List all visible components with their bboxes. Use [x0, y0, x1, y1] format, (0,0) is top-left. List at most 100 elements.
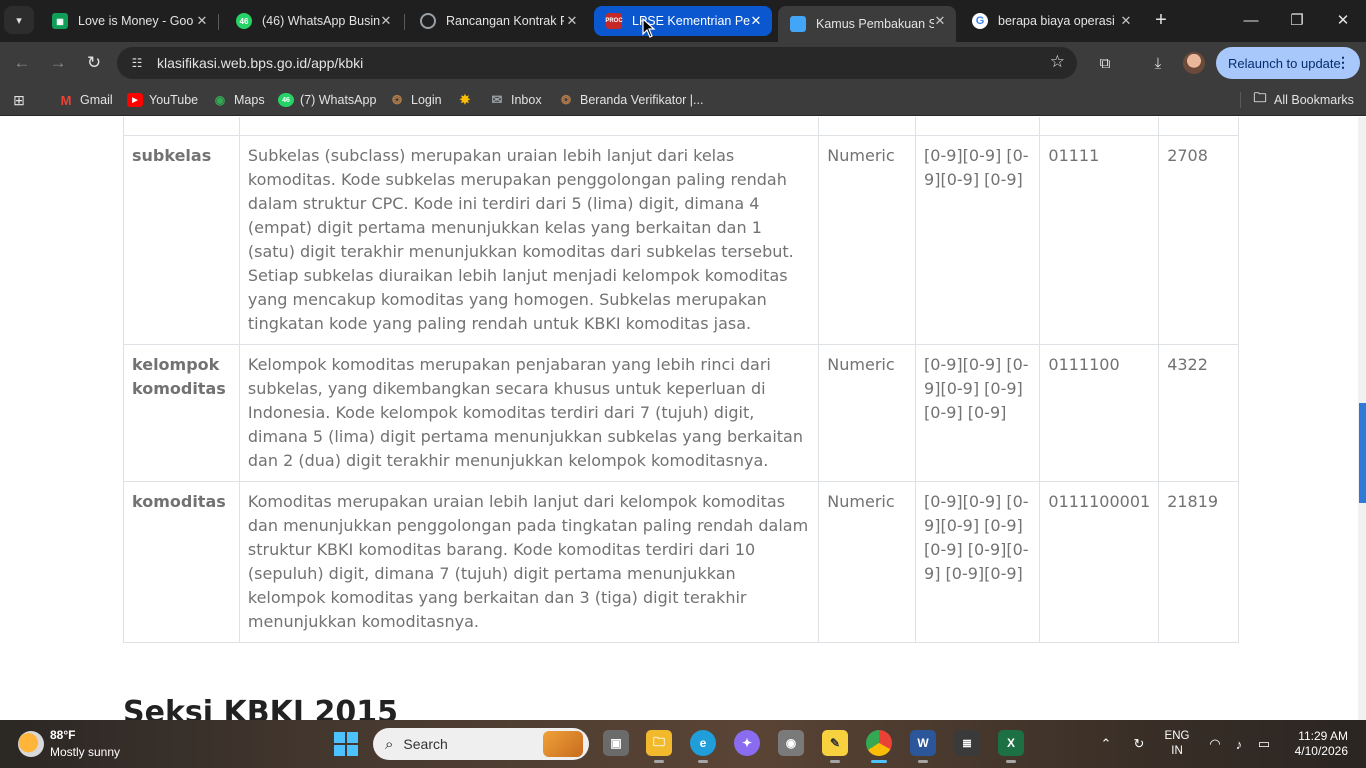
weather-description[interactable]: Mostly sunny	[50, 745, 120, 759]
restore-button[interactable]: ❐	[1282, 6, 1312, 34]
cell-level: kelompok komoditas	[123, 344, 240, 482]
task-view-icon[interactable]: ▣	[603, 730, 629, 756]
tab-title: Kamus Pembakuan St	[816, 17, 934, 31]
pinwheel-icon: ✸	[459, 92, 471, 107]
bookmark-gmail[interactable]: M Gmail	[58, 91, 113, 109]
sticky-notes-icon[interactable]: ✎	[822, 730, 848, 763]
tab-lpse-kementrian[interactable]: PROC LPSE Kementrian Per ✕	[594, 6, 772, 36]
plus-icon: +	[1155, 8, 1167, 31]
page-scrollbar[interactable]	[1358, 117, 1366, 720]
close-icon[interactable]: ✕	[1118, 13, 1134, 29]
globe-icon	[420, 13, 436, 29]
mouse-pointer-icon	[642, 18, 656, 38]
bookmark-label: Inbox	[511, 93, 542, 107]
close-icon[interactable]: ✕	[564, 13, 580, 29]
cell-description: Kelompok komoditas merupakan penjabaran …	[238, 344, 820, 482]
search-label: Search	[403, 736, 448, 752]
wifi-icon[interactable]: ◠	[1204, 734, 1226, 754]
extensions-icon[interactable]: ⧉	[1093, 51, 1117, 75]
tab-title: Love is Money - Goo	[78, 14, 194, 28]
copilot-icon[interactable]: ✦	[734, 730, 760, 756]
cell-type: Numeric	[818, 344, 917, 482]
word-icon[interactable]: W	[910, 730, 936, 763]
page-viewport: subkelas Subkelas (subclass) merupakan u…	[0, 117, 1366, 720]
close-icon[interactable]: ✕	[194, 13, 210, 29]
chrome-icon[interactable]	[866, 730, 892, 763]
tab-rancangan-kontrak[interactable]: Rancangan Kontrak P ✕	[408, 6, 588, 36]
close-icon[interactable]: ✕	[932, 13, 948, 29]
taskbar-search[interactable]: ⌕ Search	[373, 728, 589, 760]
bookmark-star-icon[interactable]: ☆	[1050, 52, 1065, 72]
reload-button[interactable]: ↻	[80, 50, 108, 76]
tab-love-is-money[interactable]: ▦ Love is Money - Goo ✕	[40, 6, 218, 36]
sync-icon[interactable]: ↻	[1128, 734, 1150, 754]
new-tab-button[interactable]: +	[1148, 7, 1174, 33]
calculator-icon[interactable]: ≣	[954, 730, 980, 756]
start-button[interactable]	[334, 732, 358, 756]
tab-berapa-biaya[interactable]: G berapa biaya operasi ✕	[960, 6, 1142, 36]
language-indicator[interactable]: ENG IN	[1162, 729, 1192, 759]
kbki-level-table: subkelas Subkelas (subclass) merupakan u…	[123, 117, 1239, 643]
language-code: ENG	[1164, 730, 1190, 742]
tab-whatsapp-business[interactable]: 46 (46) WhatsApp Busin ✕	[224, 6, 402, 36]
back-button[interactable]: ←	[8, 50, 36, 76]
excel-icon[interactable]: X	[998, 730, 1024, 763]
restore-icon: ❐	[1290, 12, 1304, 29]
bookmark-label: (7) WhatsApp	[300, 93, 377, 107]
bookmark-maps[interactable]: ◉ Maps	[212, 91, 265, 109]
cell-level	[123, 117, 240, 136]
cell-example: 0111100	[1039, 344, 1160, 482]
bookmark-inbox[interactable]: ✉ Inbox	[489, 91, 542, 109]
bookmark-beranda-verifikator[interactable]: ❂ Beranda Verifikator |...	[558, 91, 703, 109]
apps-grid-icon[interactable]: ⊞	[11, 92, 27, 108]
cell-example	[1039, 117, 1160, 136]
relaunch-button[interactable]: Relaunch to update ⋮	[1216, 47, 1360, 79]
file-explorer-icon[interactable]: 🗀	[646, 730, 672, 763]
weather-sun-icon[interactable]	[18, 731, 44, 757]
bookmark-pinwheel[interactable]: ✸	[457, 91, 479, 109]
cell-count: 2708	[1158, 135, 1239, 345]
close-window-button[interactable]: ✕	[1328, 6, 1358, 34]
camera-icon[interactable]: ◉	[778, 730, 804, 756]
profile-avatar[interactable]	[1183, 52, 1205, 74]
download-icon[interactable]: ⤓	[1146, 51, 1170, 75]
arrow-left-icon: ←	[13, 53, 31, 72]
bookmark-youtube[interactable]: ▶ YouTube	[127, 91, 198, 109]
section-heading: Seksi KBKI 2015	[123, 695, 398, 720]
bookmarks-bar: ⊞ M Gmail ▶ YouTube ◉ Maps 46 (7) WhatsA…	[0, 84, 1366, 116]
volume-icon[interactable]: ♪	[1228, 734, 1250, 754]
cell-type	[818, 117, 917, 136]
close-icon: ✕	[1336, 12, 1350, 29]
all-bookmarks-button[interactable]: 🗀 All Bookmarks	[1252, 90, 1353, 109]
address-bar[interactable]: ☷ klasifikasi.web.bps.go.id/app/kbki ☆	[117, 47, 1077, 79]
bookmark-whatsapp[interactable]: 46 (7) WhatsApp	[278, 91, 376, 109]
whatsapp-icon: 46	[236, 13, 252, 29]
tab-title: (46) WhatsApp Busin	[262, 14, 380, 28]
edge-icon[interactable]: e	[690, 730, 716, 763]
bookmark-label: Login	[411, 93, 442, 107]
close-icon[interactable]: ✕	[378, 13, 394, 29]
tab-kamus-pembakuan[interactable]: Kamus Pembakuan St ✕	[778, 6, 956, 42]
table-row	[123, 117, 1239, 136]
windows-logo-icon	[334, 732, 345, 743]
battery-icon[interactable]: ▭	[1253, 734, 1275, 754]
chevron-up-icon[interactable]: ⌃	[1095, 734, 1117, 754]
forward-button[interactable]: →	[44, 50, 72, 76]
browser-toolbar: ← → ↻ ☷ klasifikasi.web.bps.go.id/app/kb…	[0, 42, 1366, 84]
cell-example: 0111100001	[1039, 481, 1160, 643]
cell-type: Numeric	[818, 481, 917, 643]
lpse-icon: PROC	[605, 13, 623, 29]
scrollbar-thumb[interactable]	[1359, 403, 1366, 503]
minimize-icon: —	[1243, 11, 1259, 29]
cell-level: komoditas	[123, 481, 240, 643]
cell-format	[915, 117, 1041, 136]
url-text[interactable]: klasifikasi.web.bps.go.id/app/kbki	[157, 55, 363, 71]
bookmark-login[interactable]: ❂ Login	[389, 91, 442, 109]
tab-search-button[interactable]: ▾	[4, 6, 34, 34]
close-icon[interactable]: ✕	[748, 13, 764, 29]
cell-format: [0-9][0-9] [0-9][0-9] [0-9]	[915, 135, 1041, 345]
site-info-icon[interactable]: ☷	[128, 55, 146, 71]
weather-temperature[interactable]: 88°F	[50, 728, 75, 742]
minimize-button[interactable]: —	[1236, 6, 1266, 34]
system-clock[interactable]: 11:29 AM 4/10/2026	[1288, 729, 1348, 759]
